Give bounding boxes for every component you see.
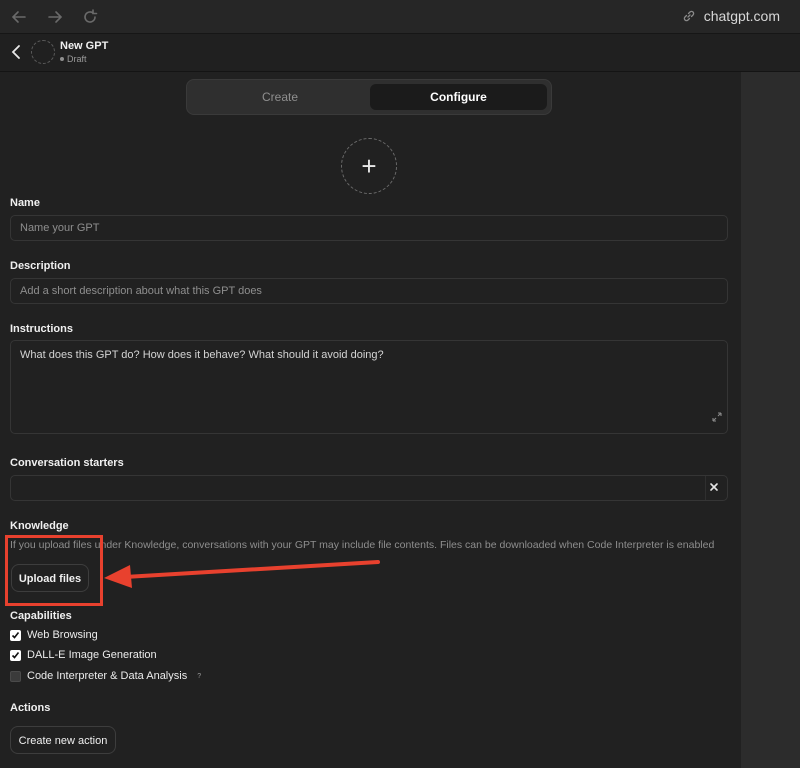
status-dot-icon	[60, 57, 64, 61]
name-input[interactable]: Name your GPT	[10, 215, 728, 241]
description-input[interactable]: Add a short description about what this …	[10, 278, 728, 304]
preview-panel	[741, 72, 800, 768]
annotation-arrow-icon	[104, 560, 380, 588]
url-text: chatgpt.com	[703, 8, 780, 24]
description-label: Description	[10, 260, 71, 272]
arrow-left-icon[interactable]	[9, 7, 29, 27]
link-icon	[682, 9, 696, 23]
capability-dalle[interactable]: DALL-E Image Generation	[10, 649, 157, 661]
reload-icon[interactable]	[80, 7, 100, 27]
capability-label: Web Browsing	[27, 629, 98, 641]
checkbox-checked-icon[interactable]	[10, 649, 21, 661]
gpt-image-upload[interactable]: +	[341, 138, 397, 194]
annotation-highlight-box	[5, 535, 103, 606]
chevron-left-icon[interactable]	[9, 43, 23, 61]
close-icon[interactable]	[707, 480, 721, 494]
mode-tabs: Create Configure	[186, 79, 552, 115]
create-new-action-button[interactable]: Create new action	[10, 726, 116, 754]
capability-label: Code Interpreter & Data Analysis	[27, 670, 188, 682]
checkbox-checked-icon[interactable]	[10, 629, 21, 641]
tab-configure[interactable]: Configure	[370, 84, 547, 110]
status-badge: Draft	[60, 54, 87, 64]
gpt-header: New GPT Draft	[0, 34, 800, 72]
info-icon[interactable]: ?	[197, 673, 201, 680]
capabilities-label: Capabilities	[10, 610, 72, 622]
name-label: Name	[10, 197, 40, 209]
conversation-starters-label: Conversation starters	[10, 457, 124, 469]
gpt-title: New GPT	[60, 40, 109, 52]
status-text: Draft	[67, 54, 87, 64]
gpt-editor: Create Configure + Name Name your GPT De…	[0, 72, 741, 768]
capability-web-browsing[interactable]: Web Browsing	[10, 629, 98, 641]
instructions-label: Instructions	[10, 323, 73, 335]
instructions-textarea[interactable]: What does this GPT do? How does it behav…	[10, 340, 728, 434]
actions-label: Actions	[10, 702, 51, 714]
checkbox-unchecked-icon[interactable]	[10, 670, 21, 682]
capability-code-interpreter[interactable]: Code Interpreter & Data Analysis ?	[10, 670, 201, 682]
knowledge-label: Knowledge	[10, 520, 69, 532]
capability-label: DALL-E Image Generation	[27, 649, 157, 661]
browser-toolbar: chatgpt.com	[0, 0, 800, 34]
knowledge-help-text: If you upload files under Knowledge, con…	[10, 539, 715, 551]
expand-icon[interactable]	[712, 411, 722, 427]
address-bar[interactable]: chatgpt.com	[682, 8, 780, 24]
tab-create[interactable]: Create	[191, 84, 369, 110]
plus-icon: +	[361, 151, 377, 181]
instructions-placeholder: What does this GPT do? How does it behav…	[20, 349, 384, 361]
starter-text	[11, 476, 706, 500]
arrow-right-icon[interactable]	[45, 7, 65, 27]
conversation-starter-input[interactable]	[10, 475, 728, 501]
avatar	[31, 40, 55, 64]
